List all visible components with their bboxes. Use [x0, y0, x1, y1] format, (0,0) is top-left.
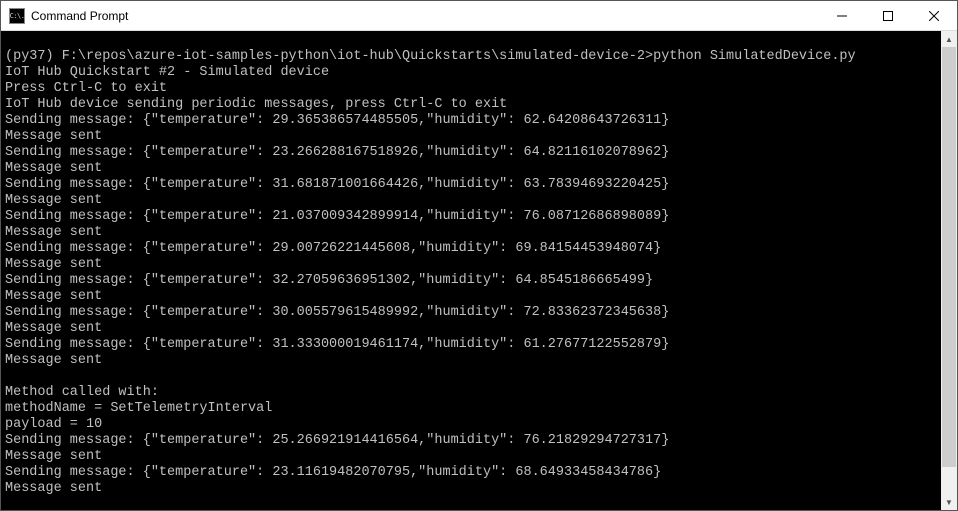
vertical-scrollbar[interactable]: ▲ ▼	[941, 31, 957, 510]
scroll-up-arrow[interactable]: ▲	[941, 31, 957, 47]
scroll-down-arrow[interactable]: ▼	[941, 494, 957, 510]
terminal-output[interactable]: (py37) F:\repos\azure-iot-samples-python…	[1, 31, 941, 510]
cmd-icon: C:\.	[9, 8, 25, 24]
terminal-container: (py37) F:\repos\azure-iot-samples-python…	[1, 31, 957, 510]
maximize-button[interactable]	[865, 1, 911, 30]
window-buttons	[819, 1, 957, 30]
close-button[interactable]	[911, 1, 957, 30]
minimize-button[interactable]	[819, 1, 865, 30]
titlebar: C:\. Command Prompt	[1, 1, 957, 31]
scroll-thumb[interactable]	[942, 47, 956, 467]
window-title: Command Prompt	[31, 9, 819, 23]
